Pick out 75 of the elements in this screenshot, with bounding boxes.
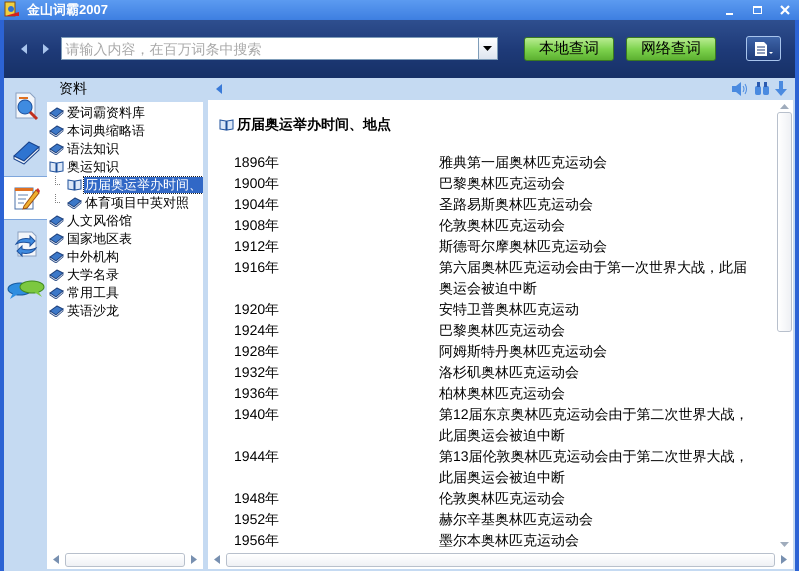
close-icon[interactable] [780, 4, 790, 15]
collapse-left-icon[interactable] [216, 84, 222, 94]
down-arrow-icon[interactable] [775, 81, 787, 96]
scrollbar-thumb[interactable] [777, 112, 792, 332]
tree-item[interactable]: 中外机构 [66, 248, 120, 264]
year-text: 1912年 [233, 236, 280, 256]
event-text: 巴黎奥林匹克运动会 [439, 174, 566, 192]
scroll-down-icon[interactable] [780, 542, 789, 546]
event-text: 洛杉矶奥林匹克运动会 [439, 362, 580, 382]
event-text: 伦敦奥林匹克运动会 [439, 216, 566, 234]
open-book-icon [219, 118, 234, 130]
scroll-left-icon[interactable] [53, 555, 59, 564]
event-text: 赫尔辛基奥林匹克运动会 [439, 510, 594, 528]
year-text: 1920年 [233, 300, 280, 318]
search-field[interactable]: 请输入内容，在百万词条中搜索 [61, 37, 478, 60]
sidebar-tab[interactable] [4, 176, 47, 220]
speaker-icon[interactable] [731, 80, 749, 96]
search-button[interactable]: 网络查词 [626, 36, 716, 60]
event-text: 第六届奥林匹克运动会由于第一次世界大战，此届奥运会被迫中断 [439, 258, 748, 298]
window-title: 金山词霸2007 [27, 1, 108, 19]
year-text: 1928年 [233, 342, 280, 360]
year-text: 1900年 [233, 174, 280, 192]
event-text: 墨尔本奥林匹克运动会 [439, 530, 580, 550]
event-text: 安特卫普奥林匹克运动 [439, 300, 580, 318]
app-logo-icon [3, 0, 21, 19]
tree-item[interactable]: 国家地区表 [66, 230, 133, 246]
event-text: 斯德哥尔摩奥林匹克运动会 [439, 236, 608, 256]
year-text: 1944年 [233, 446, 280, 466]
event-text: 伦敦奥林匹克运动会 [439, 488, 566, 508]
event-text: 第13届伦敦奥林匹克运动会由于第二次世界大战，此届奥运会被迫中断 [439, 446, 750, 486]
tree-item[interactable]: 体育项目中英对照 [84, 194, 190, 210]
scrollbar-thumb[interactable] [226, 552, 775, 566]
event-text: 圣路易斯奥林匹克运动会 [439, 194, 594, 214]
event-text: 巴黎奥林匹克运动会 [439, 320, 566, 340]
forward-icon[interactable] [42, 44, 49, 54]
year-text: 1924年 [233, 320, 280, 340]
year-text: 1932年 [233, 362, 280, 382]
year-text: 1948年 [233, 488, 280, 508]
year-text: 1940年 [233, 404, 280, 424]
tree-item[interactable]: 人文风俗馆 [66, 212, 133, 228]
year-text: 1952年 [233, 510, 280, 528]
scroll-right-icon[interactable] [781, 555, 787, 564]
event-text: 柏林奥林匹克运动会 [439, 384, 566, 402]
scroll-up-icon[interactable] [780, 104, 789, 108]
year-text: 1916年 [233, 258, 280, 276]
tree-item[interactable]: 本词典缩略语 [66, 122, 146, 138]
event-text: 阿姆斯特丹奥林匹克运动会 [439, 342, 608, 360]
dropdown-button[interactable] [478, 37, 498, 60]
tree-item[interactable]: 语法知识 [66, 140, 120, 156]
year-text: 1908年 [233, 216, 280, 234]
year-text: 1896年 [233, 152, 280, 172]
tree-item[interactable]: 奥运知识 [66, 158, 120, 174]
chat-bubbles-icon [6, 278, 44, 302]
tree-item[interactable]: 大学名录 [66, 266, 120, 282]
year-text: 1936年 [233, 384, 280, 402]
scrollbar-thumb[interactable] [65, 552, 185, 566]
event-text: 第12届东京奥林匹克运动会由于第二次世界大战，此届奥运会被迫中断 [439, 404, 750, 444]
scroll-left-icon[interactable] [214, 555, 220, 564]
tree-item[interactable]: 历届奥运举办时间、 [84, 176, 203, 192]
caret-icon [483, 46, 492, 51]
menu-button[interactable] [746, 36, 781, 61]
tree-item[interactable]: 爱词霸资料库 [66, 104, 146, 120]
search-button[interactable]: 本地查词 [524, 36, 614, 60]
year-text: 1956年 [233, 530, 280, 550]
scroll-right-icon[interactable] [191, 555, 197, 564]
year-text: 1904年 [233, 194, 280, 214]
document-menu-icon [752, 40, 774, 56]
panel-title: 资料 [58, 79, 88, 98]
tree-item[interactable]: 英语沙龙 [66, 302, 120, 318]
binoculars-icon[interactable] [754, 81, 770, 96]
article-title: 历届奥运举办时间、地点 [237, 114, 391, 134]
event-text: 雅典第一届奥林匹克运动会 [439, 152, 608, 172]
back-icon[interactable] [20, 44, 27, 54]
book-icon [10, 138, 40, 164]
tree-item[interactable]: 常用工具 [66, 284, 120, 300]
